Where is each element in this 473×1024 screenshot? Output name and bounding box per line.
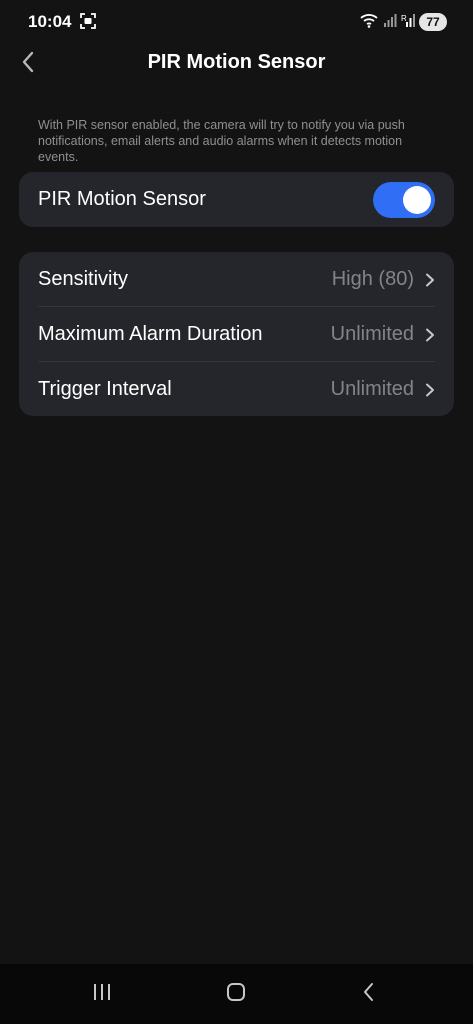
page-title: PIR Motion Sensor	[147, 51, 326, 73]
setting-row-sensitivity[interactable]: Sensitivity High (80)	[19, 252, 454, 307]
setting-row-max-alarm-duration[interactable]: Maximum Alarm Duration Unlimited	[19, 307, 454, 362]
description-text: With PIR sensor enabled, the camera will…	[38, 118, 405, 164]
home-button[interactable]	[222, 982, 250, 1006]
svg-text:R: R	[401, 14, 407, 23]
setting-label: Maximum Alarm Duration	[38, 323, 263, 345]
pir-toggle-card: PIR Motion Sensor	[19, 172, 454, 227]
setting-row-trigger-interval[interactable]: Trigger Interval Unlimited	[19, 362, 454, 417]
home-icon	[225, 981, 247, 1008]
signal-r-icon: R	[401, 13, 415, 32]
setting-value: Unlimited	[330, 378, 414, 400]
setting-label: Trigger Interval	[38, 378, 172, 400]
chevron-right-icon	[424, 383, 436, 397]
recent-apps-icon	[91, 982, 113, 1007]
system-back-button[interactable]	[354, 982, 382, 1006]
chevron-right-icon	[424, 273, 436, 287]
setting-label: Sensitivity	[38, 268, 129, 290]
nav-bar	[0, 964, 473, 1024]
setting-value: High (80)	[331, 268, 414, 290]
status-time: 10:04	[28, 12, 72, 31]
recent-apps-button[interactable]	[88, 982, 116, 1006]
signal-icon	[383, 13, 397, 32]
status-bar: 10:04 R 77	[0, 0, 473, 44]
pir-toggle-switch[interactable]	[373, 182, 435, 218]
status-icons: R 77	[359, 12, 447, 32]
screen-record-icon	[80, 13, 96, 29]
back-icon	[361, 981, 375, 1008]
chevron-right-icon	[424, 328, 436, 342]
toggle-knob	[403, 186, 431, 214]
wifi-icon	[359, 12, 379, 33]
settings-card: Sensitivity High (80) Maximum Alarm Dura…	[19, 252, 454, 416]
screen: 10:04 R 77 PIR Motion Sensor With PIR se…	[0, 0, 473, 1024]
header: PIR Motion Sensor	[0, 44, 473, 84]
setting-value: Unlimited	[330, 323, 414, 345]
battery-icon: 77	[419, 13, 447, 31]
